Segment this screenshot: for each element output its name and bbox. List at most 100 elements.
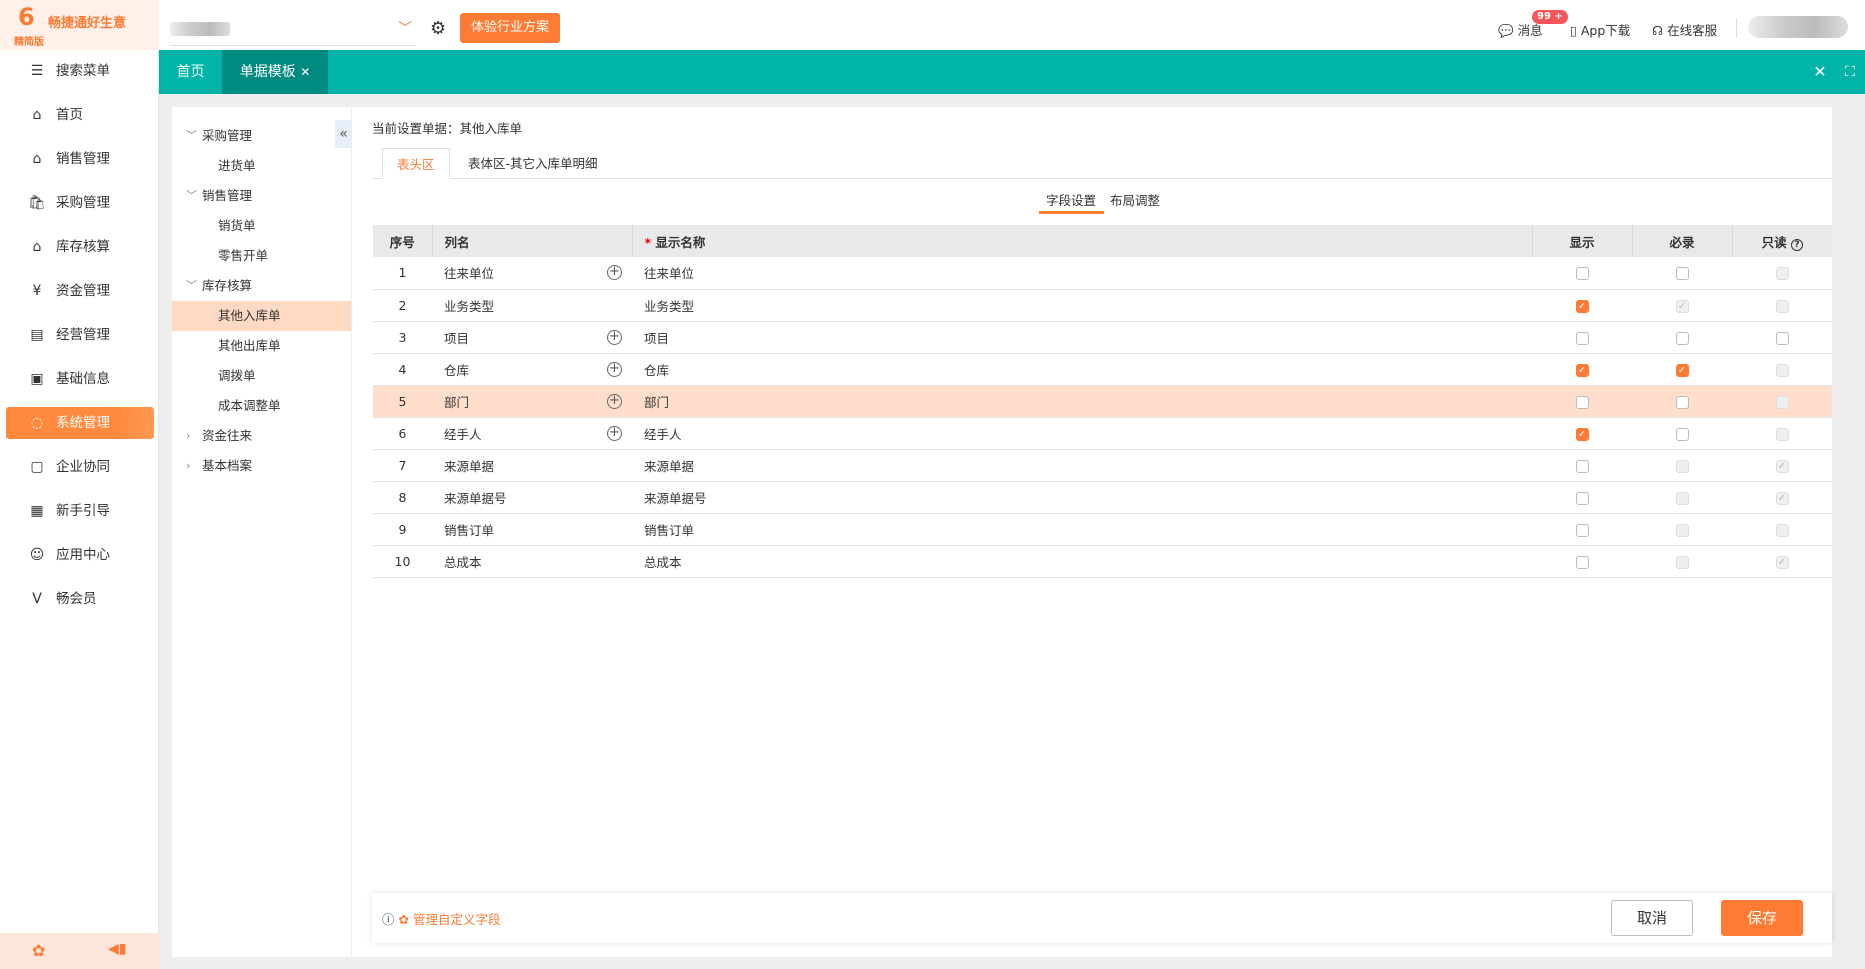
- close-all-icon[interactable]: ✕: [1805, 50, 1835, 94]
- add-icon[interactable]: +: [607, 329, 622, 345]
- online-service-button[interactable]: ☊ 在线客服: [1652, 20, 1717, 39]
- table-row[interactable]: 4 仓库 + 仓库 ✓ ✓: [373, 353, 1832, 386]
- required-checkbox[interactable]: ✓: [1675, 363, 1689, 377]
- show-checkbox[interactable]: ✓: [1575, 363, 1589, 377]
- display-name-cell[interactable]: 业务类型: [632, 289, 1532, 322]
- required-checkbox[interactable]: [1675, 331, 1689, 345]
- sidebar-item[interactable]: ◌ 系统管理: [6, 407, 154, 439]
- table-row[interactable]: 1 往来单位 + 往来单位: [373, 257, 1832, 290]
- table-row[interactable]: 10 总成本 总成本 ✓: [373, 545, 1832, 578]
- app-download-button[interactable]: ▯ App下载: [1570, 20, 1630, 39]
- chevron-down-icon[interactable]: ﹀: [186, 271, 197, 301]
- show-checkbox[interactable]: [1575, 267, 1589, 281]
- tree-node[interactable]: 成本调整单: [172, 391, 351, 421]
- table-row[interactable]: 8 来源单据号 来源单据号 ✓: [373, 481, 1832, 514]
- display-name-cell[interactable]: 往来单位: [632, 257, 1532, 290]
- subtab-layout[interactable]: 布局调整: [1110, 190, 1160, 209]
- tree-node[interactable]: 调拨单: [172, 361, 351, 391]
- messages-button[interactable]: 💬 消息: [1498, 20, 1543, 39]
- required-checkbox[interactable]: [1675, 267, 1689, 281]
- tree-node[interactable]: ﹀ 采购管理: [172, 121, 351, 151]
- fullscreen-icon[interactable]: ⛶: [1835, 50, 1865, 94]
- chevron-down-icon[interactable]: ﹀: [186, 121, 197, 151]
- required-checkbox[interactable]: [1675, 395, 1689, 409]
- show-checkbox[interactable]: [1575, 395, 1589, 409]
- show-checkbox[interactable]: [1575, 491, 1589, 505]
- settings-gear-icon[interactable]: ⚙: [430, 18, 446, 39]
- display-name-cell[interactable]: 项目: [632, 321, 1532, 354]
- sidebar-item[interactable]: ▦ 新手引导: [6, 495, 154, 527]
- add-icon[interactable]: +: [607, 361, 622, 377]
- display-name-cell[interactable]: 来源单据号: [632, 481, 1532, 514]
- subtab-field-settings[interactable]: 字段设置: [1046, 190, 1096, 209]
- row-number: 3: [373, 321, 432, 354]
- display-name-cell[interactable]: 销售订单: [632, 513, 1532, 546]
- settings-icon[interactable]: ✿: [32, 941, 45, 960]
- sidebar-item[interactable]: V 畅会员: [6, 583, 154, 615]
- tree-node[interactable]: 进货单: [172, 151, 351, 181]
- table-row[interactable]: 5 部门 + 部门: [373, 385, 1832, 418]
- sidebar-item[interactable]: ▤ 经营管理: [6, 319, 154, 351]
- tree-node[interactable]: › 资金往来: [172, 421, 351, 451]
- tree-node[interactable]: 零售开单: [172, 241, 351, 271]
- save-button[interactable]: 保存: [1721, 900, 1803, 936]
- tree-node[interactable]: ﹀ 销售管理: [172, 181, 351, 211]
- chevron-right-icon[interactable]: ›: [186, 421, 190, 451]
- chevron-down-icon[interactable]: ﹀: [186, 181, 197, 211]
- row-number: 5: [373, 385, 432, 418]
- table-row[interactable]: 6 经手人 + 经手人 ✓: [373, 417, 1832, 450]
- tree-node[interactable]: 其他出库单: [172, 331, 351, 361]
- add-icon[interactable]: +: [607, 425, 622, 441]
- display-name-cell[interactable]: 部门: [632, 385, 1532, 418]
- add-icon[interactable]: +: [607, 265, 622, 280]
- sidebar-item[interactable]: ¥ 资金管理: [6, 275, 154, 307]
- tab-home[interactable]: 首页: [159, 50, 222, 94]
- display-name-cell[interactable]: 经手人: [632, 417, 1532, 450]
- table-row[interactable]: 9 销售订单 销售订单: [373, 513, 1832, 546]
- table-row[interactable]: 7 来源单据 来源单据 ✓: [373, 449, 1832, 482]
- add-icon[interactable]: +: [607, 393, 622, 409]
- sidebar-item[interactable]: 🛍 采购管理: [6, 187, 154, 219]
- manage-link-label: 管理自定义字段: [412, 912, 501, 927]
- table-row[interactable]: 2 业务类型 业务类型 ✓ ✓: [373, 289, 1832, 322]
- show-checkbox[interactable]: [1575, 331, 1589, 345]
- tree-node-label: 资金往来: [202, 428, 253, 443]
- col-header-required: 必录: [1631, 225, 1732, 257]
- tab-body-area[interactable]: 表体区-其它入库单明细: [454, 148, 612, 179]
- show-checkbox[interactable]: [1575, 459, 1589, 473]
- sidebar-item[interactable]: ☺ 应用中心: [6, 539, 154, 571]
- show-checkbox[interactable]: ✓: [1575, 299, 1589, 313]
- cancel-button[interactable]: 取消: [1611, 900, 1693, 936]
- collapse-tree-button[interactable]: «: [335, 120, 352, 148]
- tree-node[interactable]: 销货单: [172, 211, 351, 241]
- close-tab-icon[interactable]: ✕: [300, 65, 310, 79]
- tab-header-area[interactable]: 表头区: [382, 148, 450, 179]
- manage-custom-fields-link[interactable]: ⓘ ✿ 管理自定义字段: [382, 909, 500, 928]
- sidebar-item[interactable]: ⌂ 首页: [6, 99, 154, 131]
- table-row[interactable]: 3 项目 + 项目: [373, 321, 1832, 354]
- required-checkbox[interactable]: [1675, 427, 1689, 441]
- show-checkbox[interactable]: ✓: [1575, 427, 1589, 441]
- tree-node[interactable]: 其他入库单: [172, 301, 351, 331]
- tab-document-template[interactable]: 单据模板 ✕: [222, 50, 328, 94]
- sidebar-item[interactable]: ▣ 基础信息: [6, 363, 154, 395]
- display-name-cell[interactable]: 仓库: [632, 353, 1532, 386]
- sidebar-item[interactable]: ⌂ 库存核算: [6, 231, 154, 263]
- show-checkbox[interactable]: [1575, 555, 1589, 569]
- sidebar-item[interactable]: ⌂ 销售管理: [6, 143, 154, 175]
- experience-solution-button[interactable]: 体验行业方案: [460, 13, 560, 43]
- readonly-checkbox[interactable]: [1775, 331, 1789, 345]
- help-icon[interactable]: ?: [1790, 238, 1803, 251]
- show-checkbox[interactable]: [1575, 523, 1589, 537]
- company-selector[interactable]: ﹀: [170, 20, 416, 46]
- user-account-blurred[interactable]: [1748, 16, 1848, 38]
- help-icon[interactable]: ⓘ: [382, 912, 395, 927]
- tree-node[interactable]: ﹀ 库存核算: [172, 271, 351, 301]
- chevron-right-icon[interactable]: ›: [186, 451, 190, 481]
- display-name-cell[interactable]: 总成本: [632, 545, 1532, 578]
- sidebar-item[interactable]: ☰ 搜索菜单: [6, 55, 154, 87]
- sidebar-item[interactable]: ▢ 企业协同: [6, 451, 154, 483]
- collapse-sidebar-icon[interactable]: ◀▮: [108, 941, 126, 957]
- display-name-cell[interactable]: 来源单据: [632, 449, 1532, 482]
- tree-node[interactable]: › 基本档案: [172, 451, 351, 481]
